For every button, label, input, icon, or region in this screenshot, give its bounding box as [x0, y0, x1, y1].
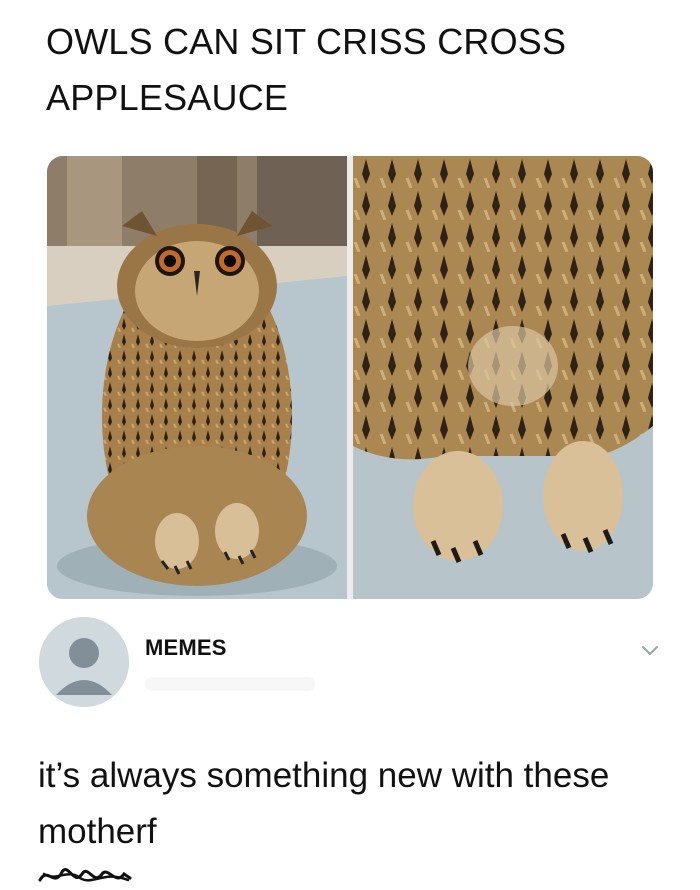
owl-feet-closeup-image: [353, 156, 653, 599]
media-grid[interactable]: [47, 156, 653, 599]
owl-full-body-photo[interactable]: [47, 156, 347, 599]
scribble-censor-icon: [38, 860, 133, 890]
post-text: OWLS CAN SIT CRISS CROSS APPLESAUCE: [46, 14, 666, 126]
reply-text-line-1: it’s always something new with these: [38, 756, 610, 795]
reply-text-line-2-visible: motherf: [38, 812, 157, 851]
owl-full-body-image: [47, 156, 347, 599]
reply-text-line-2: motherf: [38, 804, 658, 890]
owl-feet-closeup-photo[interactable]: [353, 156, 653, 599]
post-text-line-2: APPLESAUCE: [46, 77, 289, 118]
reply-handle-placeholder: [145, 677, 315, 691]
reply-author-name[interactable]: MEMES: [145, 635, 227, 661]
reply-card[interactable]: MEMES: [39, 617, 661, 717]
chevron-down-icon[interactable]: [639, 639, 661, 661]
default-avatar-icon[interactable]: [39, 617, 129, 707]
post-text-line-1: OWLS CAN SIT CRISS CROSS: [46, 21, 567, 62]
